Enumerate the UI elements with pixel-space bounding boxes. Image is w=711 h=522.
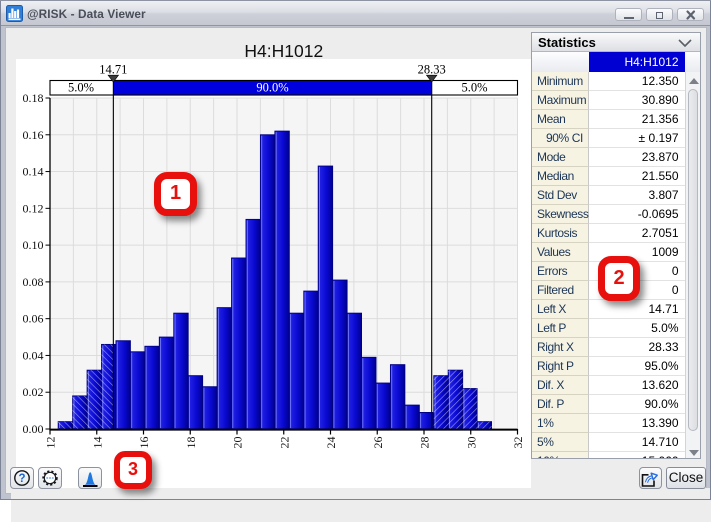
svg-text:0.14: 0.14 bbox=[23, 165, 44, 179]
svg-text:30: 30 bbox=[464, 437, 478, 449]
svg-text:0.02: 0.02 bbox=[23, 385, 44, 399]
svg-text:0.10: 0.10 bbox=[23, 238, 44, 252]
svg-text:18: 18 bbox=[184, 437, 198, 449]
svg-text:14.71: 14.71 bbox=[99, 63, 127, 77]
svg-text:28.33: 28.33 bbox=[418, 63, 446, 77]
svg-text:0.12: 0.12 bbox=[23, 201, 44, 215]
svg-text:16: 16 bbox=[137, 437, 151, 449]
svg-text:0.18: 0.18 bbox=[23, 91, 44, 105]
svg-text:0.06: 0.06 bbox=[23, 312, 44, 326]
svg-text:12: 12 bbox=[44, 437, 58, 449]
svg-text:5.0%: 5.0% bbox=[461, 81, 487, 95]
svg-text:5.0%: 5.0% bbox=[68, 81, 94, 95]
svg-text:H4:H1012: H4:H1012 bbox=[244, 41, 323, 61]
svg-text:?: ? bbox=[18, 473, 25, 485]
svg-text:14: 14 bbox=[90, 437, 104, 449]
svg-text:0.04: 0.04 bbox=[23, 348, 44, 362]
svg-text:90.0%: 90.0% bbox=[256, 81, 288, 95]
svg-text:24: 24 bbox=[324, 437, 338, 449]
svg-text:0.00: 0.00 bbox=[23, 422, 44, 436]
svg-text:0.16: 0.16 bbox=[23, 128, 44, 142]
svg-text:22: 22 bbox=[277, 437, 291, 449]
svg-text:32: 32 bbox=[511, 437, 525, 449]
svg-text:0.08: 0.08 bbox=[23, 275, 44, 289]
svg-text:28: 28 bbox=[418, 437, 432, 449]
svg-text:20: 20 bbox=[231, 437, 245, 449]
svg-text:26: 26 bbox=[371, 437, 385, 449]
